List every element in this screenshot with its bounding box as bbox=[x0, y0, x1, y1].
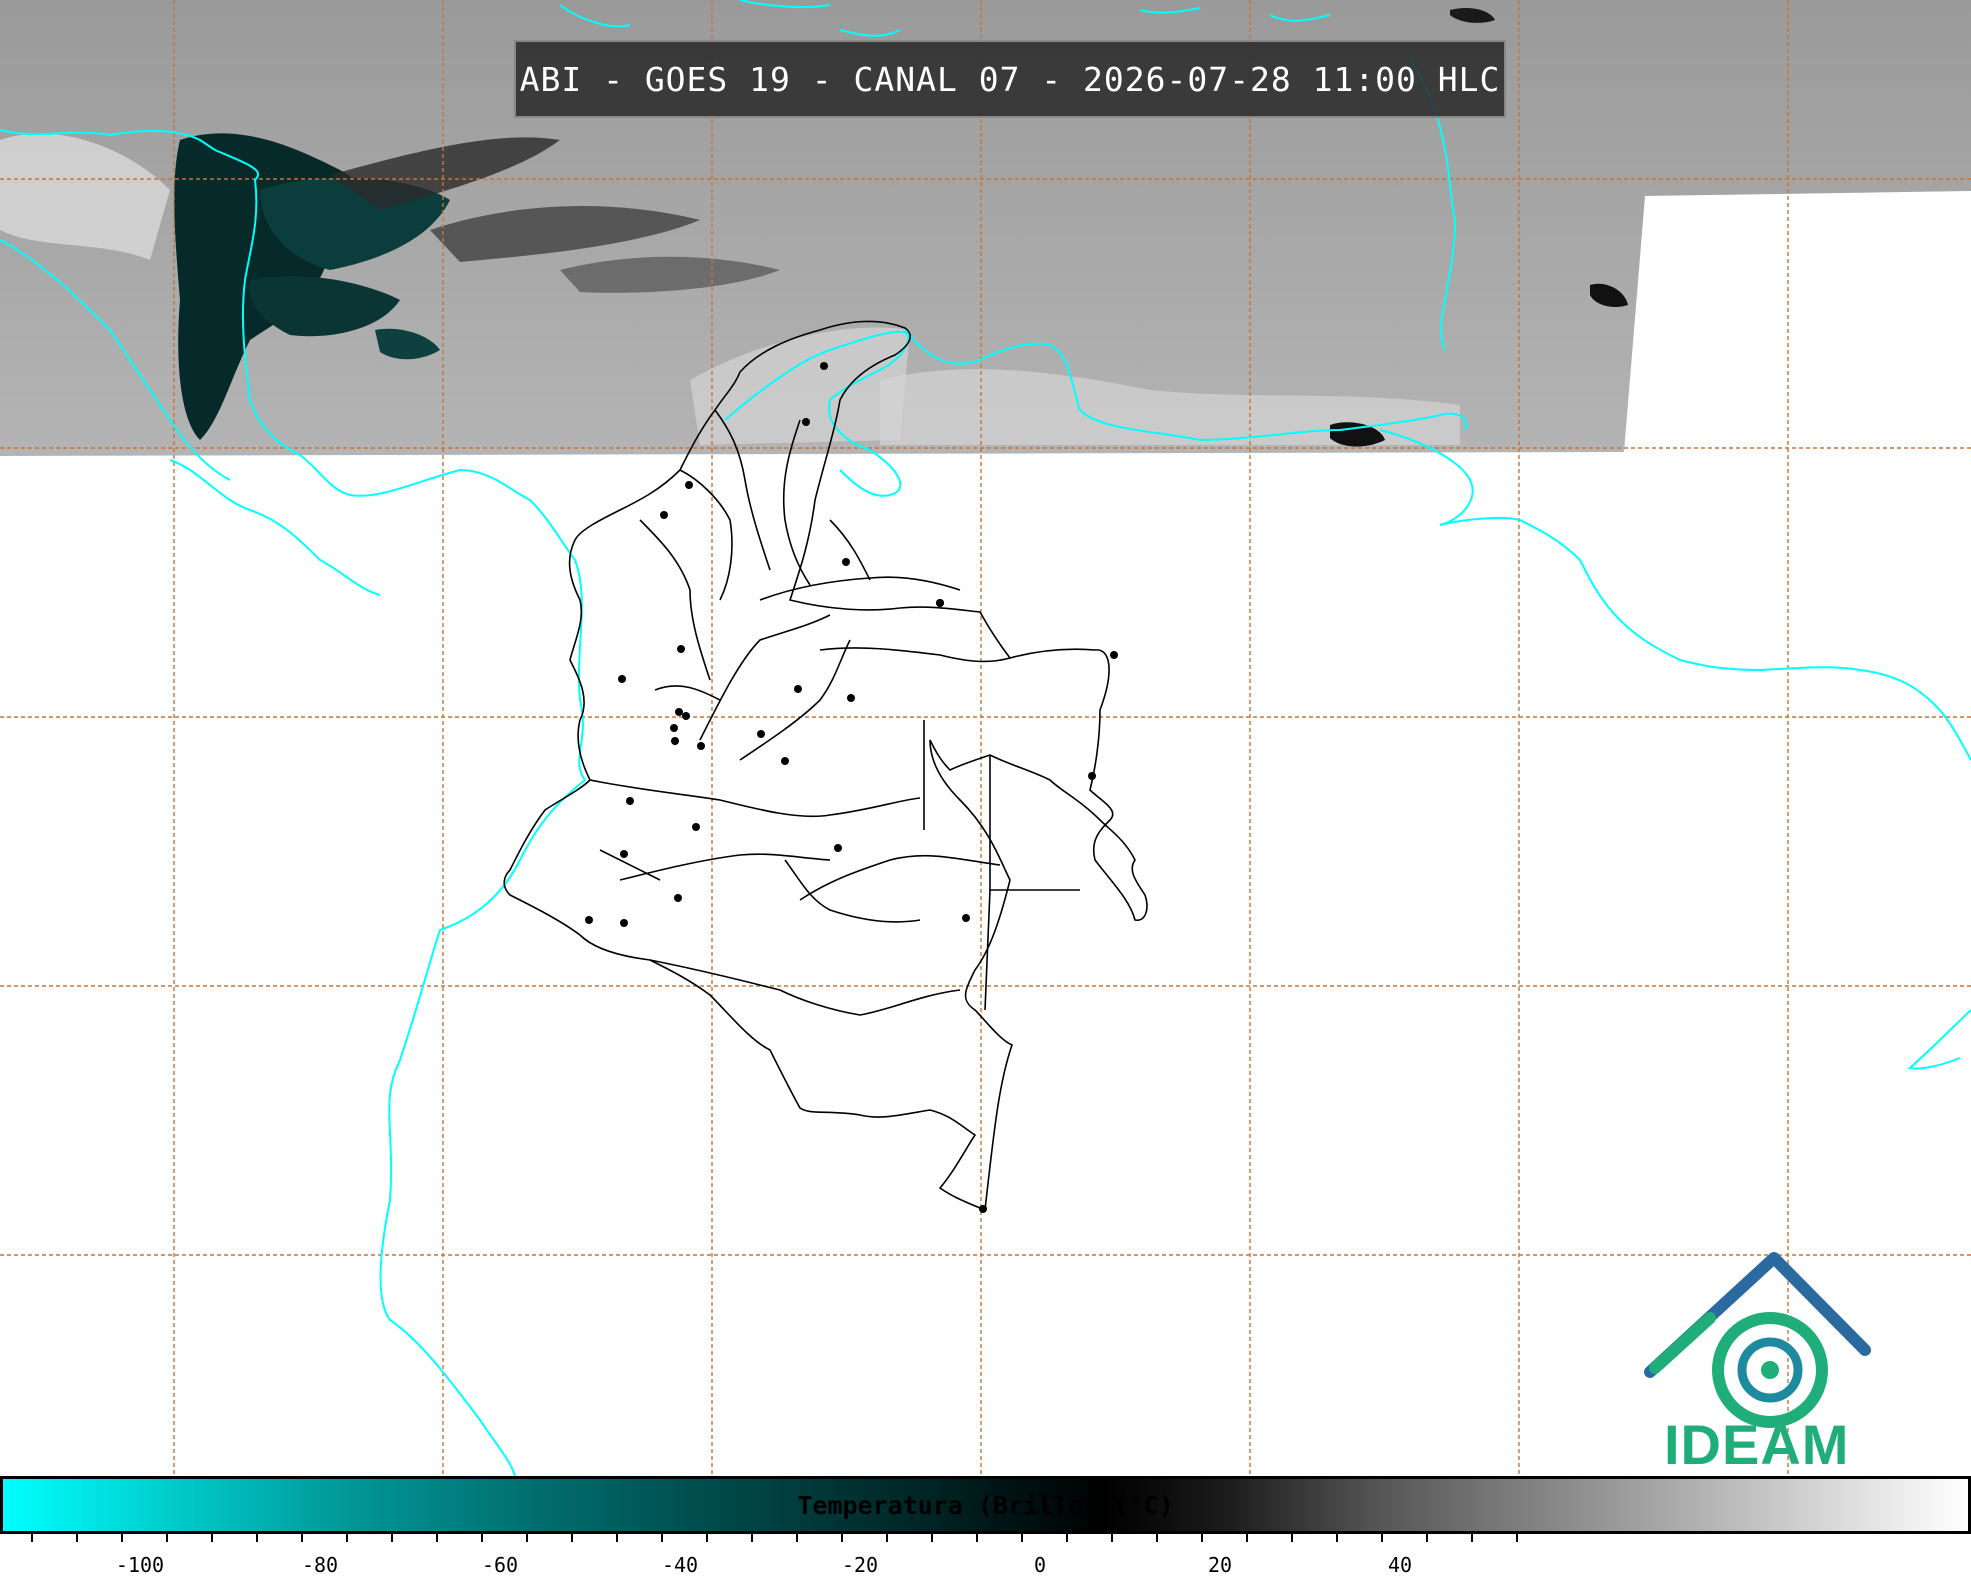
colombia-outline bbox=[503, 320, 1148, 1212]
colorbar-tick-label: -40 bbox=[661, 1553, 699, 1577]
colorbar-tick-label: -100 bbox=[115, 1553, 165, 1577]
colorbar-label: Temperatura (Brillo) (°C) bbox=[797, 1490, 1174, 1520]
city-markers bbox=[585, 362, 1118, 1213]
colorbar-tick-label: -60 bbox=[481, 1553, 519, 1577]
ideam-logo-mark bbox=[1644, 1252, 1871, 1428]
colorbar-tick-label: -20 bbox=[841, 1553, 879, 1577]
satellite-map bbox=[0, 0, 1971, 1476]
ideam-logo-text: IDEAM bbox=[1664, 1413, 1850, 1476]
colombia-borders bbox=[503, 320, 1148, 1212]
colorbar-ticks bbox=[31, 1534, 1518, 1542]
map-title: ABI - GOES 19 - CANAL 07 - 2026-07-28 11… bbox=[514, 40, 1506, 118]
colorbar-tick-label: 0 bbox=[1033, 1553, 1047, 1577]
colorbar-tick-label: 40 bbox=[1387, 1553, 1413, 1577]
colorbar-tick-label: 20 bbox=[1207, 1553, 1233, 1577]
colorbar-tick-label: -80 bbox=[301, 1553, 339, 1577]
